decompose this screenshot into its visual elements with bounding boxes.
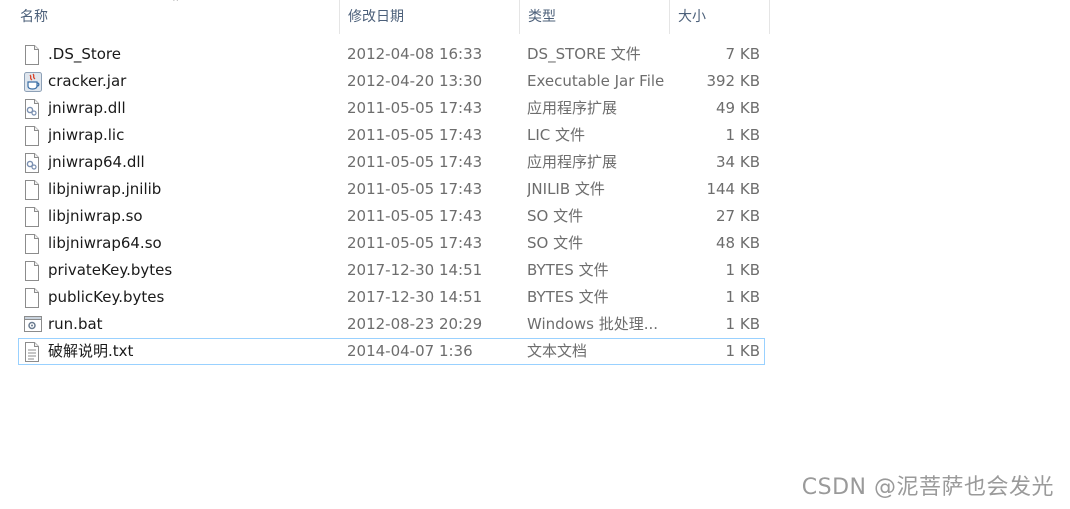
file-type: LIC 文件 <box>527 126 586 144</box>
file-name: .DS_Store <box>48 45 121 63</box>
file-modified-date: 2012-04-08 16:33 <box>347 45 483 63</box>
watermark-text: CSDN @泥菩萨也会发光 <box>801 475 1054 500</box>
file-name: run.bat <box>48 315 103 333</box>
file-modified-date: 2011-05-05 17:43 <box>347 207 483 225</box>
file-name: libjniwrap.jnilib <box>48 180 162 198</box>
file-type: Windows 批处理... <box>527 315 659 333</box>
file-modified-date: 2011-05-05 17:43 <box>347 153 483 171</box>
file-list: .DS_Store 2012-04-08 16:33 DS_STORE 文件 7… <box>18 41 765 365</box>
file-row[interactable]: publicKey.bytes 2017-12-30 14:51 BYTES 文… <box>18 284 765 311</box>
file-size: 392 KB <box>706 72 760 90</box>
file-size: 1 KB <box>725 315 760 333</box>
java-jar-icon <box>24 72 42 92</box>
sort-ascending-icon: ⌃ <box>171 0 181 9</box>
file-row[interactable]: 破解说明.txt 2014-04-07 1:36 文本文档 1 KB <box>18 338 765 365</box>
column-header-bar: 名称 ⌃ 修改日期 类型 大小 <box>0 0 770 34</box>
file-type: Executable Jar File <box>527 72 665 90</box>
file-type: 文本文档 <box>527 342 588 360</box>
text-file-icon <box>24 342 42 362</box>
file-name: libjniwrap.so <box>48 207 143 225</box>
blank-file-icon <box>24 234 42 254</box>
file-size: 49 KB <box>716 99 760 117</box>
file-size: 27 KB <box>716 207 760 225</box>
blank-file-icon <box>24 207 42 227</box>
file-row[interactable]: jniwrap64.dll 2011-05-05 17:43 应用程序扩展 34… <box>18 149 765 176</box>
file-modified-date: 2012-04-20 13:30 <box>347 72 483 90</box>
column-divider[interactable] <box>769 0 770 34</box>
file-size: 1 KB <box>725 288 760 306</box>
file-type: DS_STORE 文件 <box>527 45 641 63</box>
blank-file-icon <box>24 288 42 308</box>
file-row[interactable]: cracker.jar 2012-04-20 13:30 Executable … <box>18 68 765 95</box>
file-row[interactable]: libjniwrap.jnilib 2011-05-05 17:43 JNILI… <box>18 176 765 203</box>
file-row[interactable]: libjniwrap.so 2011-05-05 17:43 SO 文件 27 … <box>18 203 765 230</box>
column-header-type[interactable]: 类型 <box>520 0 670 34</box>
file-explorer: 名称 ⌃ 修改日期 类型 大小 .DS_Store 2012-04-08 16:… <box>0 0 1070 509</box>
file-name: jniwrap.lic <box>48 126 125 144</box>
file-type: BYTES 文件 <box>527 261 609 279</box>
file-row[interactable]: run.bat 2012-08-23 20:29 Windows 批处理... … <box>18 311 765 338</box>
file-name: publicKey.bytes <box>48 288 165 306</box>
blank-file-icon <box>24 180 42 200</box>
file-size: 7 KB <box>725 45 760 63</box>
column-header-date[interactable]: 修改日期 <box>340 0 520 34</box>
blank-file-icon <box>24 126 42 146</box>
file-type: 应用程序扩展 <box>527 153 618 171</box>
batch-file-icon <box>24 315 42 335</box>
file-row[interactable]: jniwrap.dll 2011-05-05 17:43 应用程序扩展 49 K… <box>18 95 765 122</box>
file-row[interactable]: .DS_Store 2012-04-08 16:33 DS_STORE 文件 7… <box>18 41 765 68</box>
file-modified-date: 2011-05-05 17:43 <box>347 126 483 144</box>
file-name: privateKey.bytes <box>48 261 173 279</box>
file-modified-date: 2011-05-05 17:43 <box>347 180 483 198</box>
file-modified-date: 2017-12-30 14:51 <box>347 261 483 279</box>
dll-file-icon <box>24 99 42 119</box>
dll-file-icon <box>24 153 42 173</box>
file-type: SO 文件 <box>527 207 584 225</box>
file-row[interactable]: jniwrap.lic 2011-05-05 17:43 LIC 文件 1 KB <box>18 122 765 149</box>
file-modified-date: 2014-04-07 1:36 <box>347 342 473 360</box>
file-size: 144 KB <box>706 180 760 198</box>
file-type: 应用程序扩展 <box>527 99 618 117</box>
blank-file-icon <box>24 261 42 281</box>
file-modified-date: 2012-08-23 20:29 <box>347 315 483 333</box>
file-modified-date: 2017-12-30 14:51 <box>347 288 483 306</box>
file-name: jniwrap.dll <box>48 99 126 117</box>
file-size: 48 KB <box>716 234 760 252</box>
file-size: 1 KB <box>725 126 760 144</box>
file-type: SO 文件 <box>527 234 584 252</box>
file-name: cracker.jar <box>48 72 127 90</box>
file-name: jniwrap64.dll <box>48 153 145 171</box>
file-type: JNILIB 文件 <box>527 180 605 198</box>
file-size: 34 KB <box>716 153 760 171</box>
file-row[interactable]: libjniwrap64.so 2011-05-05 17:43 SO 文件 4… <box>18 230 765 257</box>
column-header-size[interactable]: 大小 <box>670 0 770 34</box>
file-name: 破解说明.txt <box>48 342 134 360</box>
file-size: 1 KB <box>725 342 760 360</box>
file-type: BYTES 文件 <box>527 288 609 306</box>
file-name: libjniwrap64.so <box>48 234 162 252</box>
file-modified-date: 2011-05-05 17:43 <box>347 234 483 252</box>
blank-file-icon <box>24 45 42 65</box>
file-row[interactable]: privateKey.bytes 2017-12-30 14:51 BYTES … <box>18 257 765 284</box>
file-size: 1 KB <box>725 261 760 279</box>
file-modified-date: 2011-05-05 17:43 <box>347 99 483 117</box>
